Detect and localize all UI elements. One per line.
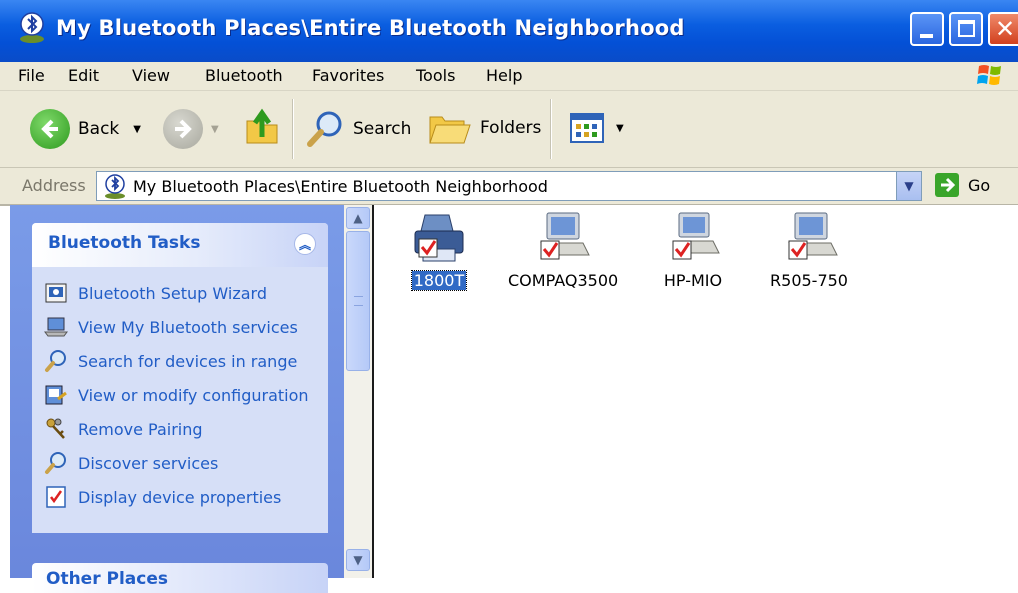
wizard-icon bbox=[44, 281, 68, 305]
chevron-down-icon: ▼ bbox=[353, 553, 363, 567]
go-button[interactable]: Go bbox=[934, 172, 990, 198]
search-button[interactable]: Search bbox=[305, 109, 411, 149]
menu-favorites[interactable]: Favorites bbox=[312, 66, 384, 85]
menu-tools[interactable]: Tools bbox=[416, 66, 455, 85]
scroll-down-button[interactable]: ▼ bbox=[346, 549, 370, 571]
folders-button[interactable]: Folders bbox=[428, 109, 541, 147]
task-label: Search for devices in range bbox=[78, 351, 298, 371]
laptop-icon bbox=[44, 315, 68, 339]
device-label: HP-MIO bbox=[663, 271, 723, 290]
search-icon bbox=[307, 111, 342, 147]
search-icon bbox=[44, 451, 68, 475]
menu-bluetooth[interactable]: Bluetooth bbox=[205, 66, 283, 85]
title-bar: My Bluetooth Places\Entire Bluetooth Nei… bbox=[0, 0, 1018, 62]
task-display-device-properties[interactable]: Display device properties bbox=[44, 485, 281, 509]
bluetooth-places-icon bbox=[105, 174, 125, 199]
device-item[interactable]: COMPAQ3500 bbox=[506, 209, 618, 290]
chevron-down-icon: ▼ bbox=[904, 179, 914, 193]
task-panel-scrollbar[interactable]: ▲ ▼ bbox=[344, 205, 372, 578]
other-places-title: Other Places bbox=[46, 569, 168, 589]
scroll-up-button[interactable]: ▲ bbox=[346, 207, 370, 229]
back-button[interactable]: Back ▼ bbox=[30, 109, 141, 149]
computer-icon bbox=[531, 209, 591, 267]
collapse-icon[interactable]: ︽ bbox=[294, 233, 316, 255]
device-label: R505-750 bbox=[770, 271, 848, 290]
maximize-button[interactable] bbox=[949, 12, 983, 46]
menu-bar: File Edit View Bluetooth Favorites Tools… bbox=[0, 62, 1018, 91]
back-dropdown-icon[interactable]: ▼ bbox=[133, 124, 141, 135]
device-item[interactable]: 1800T bbox=[384, 209, 494, 291]
views-icon bbox=[570, 113, 604, 143]
forward-dropdown-icon[interactable]: ▼ bbox=[211, 124, 219, 135]
task-panel: Bluetooth Tasks ︽ Bluetooth Setup Wizard… bbox=[10, 205, 344, 593]
minimize-button[interactable] bbox=[910, 12, 944, 46]
printer-icon bbox=[409, 209, 469, 267]
device-label: 1800T bbox=[410, 270, 468, 291]
bluetooth-places-icon bbox=[18, 12, 46, 44]
address-field[interactable]: My Bluetooth Places\Entire Bluetooth Nei… bbox=[96, 171, 922, 201]
toolbar-separator bbox=[292, 99, 294, 159]
views-dropdown-icon[interactable]: ▼ bbox=[616, 123, 624, 134]
views-button[interactable]: ▼ bbox=[570, 113, 624, 143]
computer-icon bbox=[779, 209, 839, 267]
toolbar: Back ▼ ▼ Search Folders ▼ bbox=[0, 91, 1018, 168]
task-remove-pairing[interactable]: Remove Pairing bbox=[44, 417, 203, 441]
device-list: 1800T COMPAQ3500 HP-MIO R505-750 bbox=[372, 205, 1018, 578]
device-item[interactable]: R505-750 bbox=[754, 209, 864, 290]
address-bar: Address My Bluetooth Places\Entire Bluet… bbox=[0, 168, 1018, 206]
forward-button[interactable]: ▼ bbox=[163, 109, 219, 149]
go-arrow-icon bbox=[935, 173, 959, 197]
forward-arrow-icon bbox=[163, 109, 203, 149]
task-search-for-devices[interactable]: Search for devices in range bbox=[44, 349, 297, 373]
menu-help[interactable]: Help bbox=[486, 66, 522, 85]
address-dropdown-button[interactable]: ▼ bbox=[896, 172, 921, 200]
grip-icon bbox=[354, 296, 363, 306]
close-icon: ✕ bbox=[995, 15, 1016, 43]
windows-logo-icon bbox=[975, 62, 1005, 90]
other-places-header[interactable]: Other Places bbox=[32, 563, 328, 593]
task-view-my-bluetooth-services[interactable]: View My Bluetooth services bbox=[44, 315, 298, 339]
task-label: View or modify configuration bbox=[78, 385, 309, 405]
up-folder-icon bbox=[246, 108, 278, 144]
bluetooth-tasks-box: Bluetooth Tasks ︽ Bluetooth Setup Wizard… bbox=[32, 223, 328, 533]
properties-icon bbox=[44, 485, 68, 509]
device-item[interactable]: HP-MIO bbox=[638, 209, 748, 290]
config-icon bbox=[44, 383, 68, 407]
chevron-up-icon: ▲ bbox=[353, 211, 363, 225]
task-discover-services[interactable]: Discover services bbox=[44, 451, 218, 475]
minimize-icon bbox=[920, 34, 933, 38]
up-folder-button[interactable] bbox=[243, 107, 281, 147]
task-label: Bluetooth Setup Wizard bbox=[78, 283, 267, 303]
task-view-or-modify-configuration[interactable]: View or modify configuration bbox=[44, 383, 309, 407]
maximize-icon bbox=[958, 20, 975, 37]
task-label: Remove Pairing bbox=[78, 419, 203, 439]
go-label: Go bbox=[968, 175, 991, 195]
search-icon bbox=[44, 349, 68, 373]
back-label: Back bbox=[78, 119, 120, 139]
scroll-thumb[interactable] bbox=[346, 231, 370, 371]
toolbar-separator bbox=[550, 99, 552, 159]
task-label: Discover services bbox=[78, 453, 219, 473]
folders-label: Folders bbox=[480, 118, 542, 138]
back-arrow-icon bbox=[30, 109, 70, 149]
menu-view[interactable]: View bbox=[132, 66, 170, 85]
keys-icon bbox=[44, 417, 68, 441]
bluetooth-tasks-header[interactable]: Bluetooth Tasks ︽ bbox=[32, 223, 328, 267]
address-label: Address bbox=[22, 176, 86, 195]
close-button[interactable]: ✕ bbox=[988, 12, 1018, 46]
task-label: Display device properties bbox=[78, 487, 282, 507]
computer-icon bbox=[663, 209, 723, 267]
bluetooth-tasks-title: Bluetooth Tasks bbox=[48, 233, 201, 253]
window-title: My Bluetooth Places\Entire Bluetooth Nei… bbox=[56, 16, 685, 40]
folders-icon bbox=[429, 116, 471, 144]
menu-edit[interactable]: Edit bbox=[68, 66, 99, 85]
device-label: COMPAQ3500 bbox=[508, 271, 619, 290]
search-label: Search bbox=[353, 119, 412, 139]
task-bluetooth-setup-wizard[interactable]: Bluetooth Setup Wizard bbox=[44, 281, 267, 305]
task-label: View My Bluetooth services bbox=[78, 317, 298, 337]
address-value: My Bluetooth Places\Entire Bluetooth Nei… bbox=[133, 177, 548, 196]
menu-file[interactable]: File bbox=[18, 66, 45, 85]
